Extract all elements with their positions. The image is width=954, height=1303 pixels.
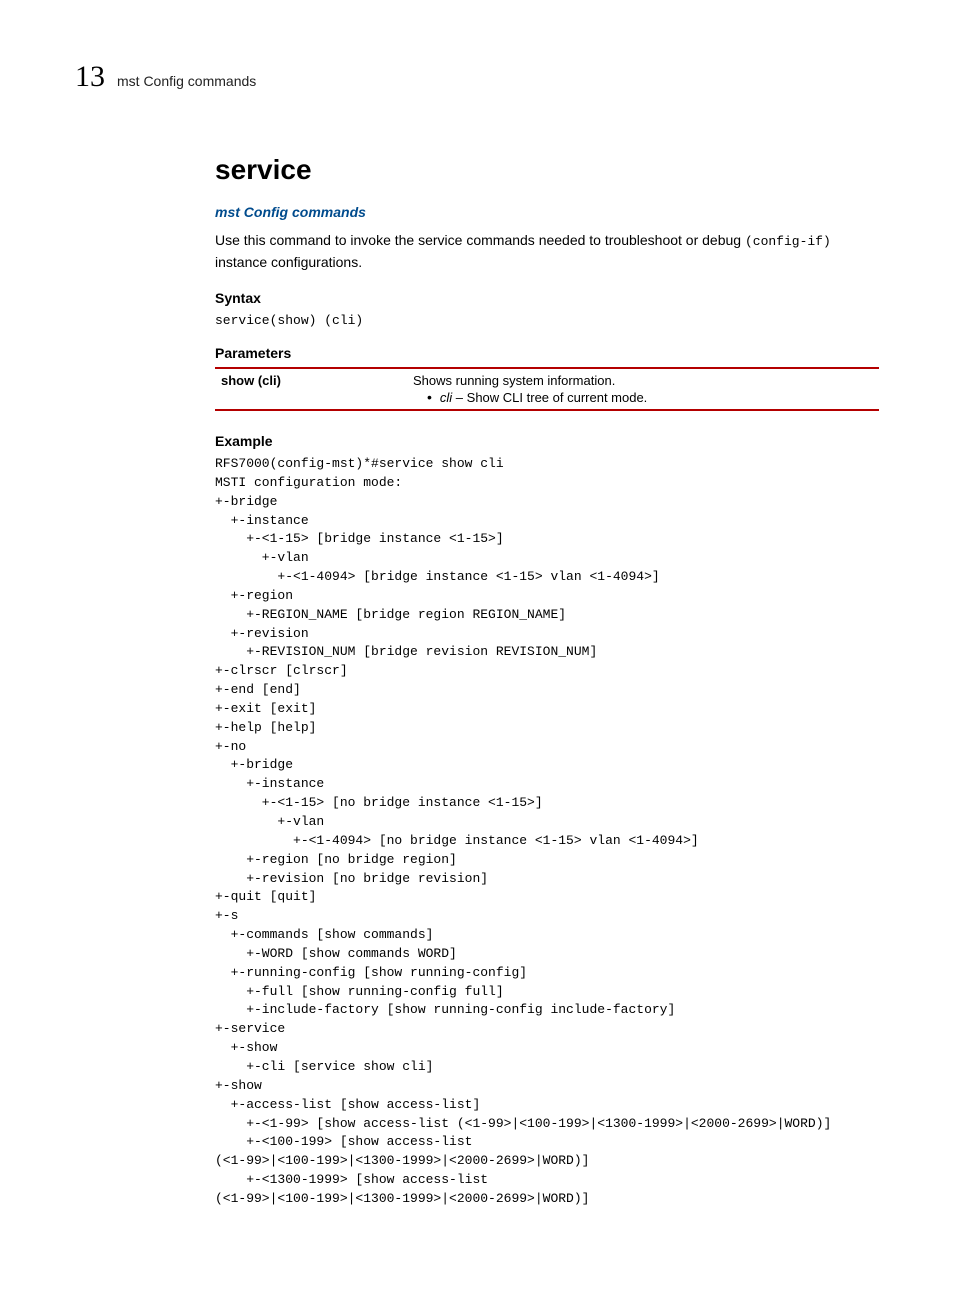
param-bullet: • cli – Show CLI tree of current mode. [427, 390, 873, 405]
intro-text-after: instance configurations. [215, 254, 362, 270]
breadcrumb-link[interactable]: mst Config commands [215, 204, 879, 220]
intro-paragraph: Use this command to invoke the service c… [215, 230, 879, 272]
running-header: 13 mst Config commands [75, 60, 879, 94]
example-code: RFS7000(config-mst)*#service show cli MS… [215, 455, 879, 1209]
param-name-cell: show (cli) [215, 368, 407, 410]
syntax-code: service(show) (cli) [215, 312, 879, 331]
chapter-number: 13 [75, 60, 105, 94]
page-container: 13 mst Config commands service mst Confi… [0, 0, 954, 1303]
intro-text-before: Use this command to invoke the service c… [215, 232, 745, 248]
page-title: service [215, 154, 879, 186]
content-area: service mst Config commands Use this com… [215, 154, 879, 1209]
bullet-sep: – [452, 390, 466, 405]
param-desc-line1: Shows running system information. [413, 373, 873, 388]
bullet-text: Show CLI tree of current mode. [467, 390, 648, 405]
intro-inline-code: (config-if) [745, 234, 831, 249]
parameters-heading: Parameters [215, 345, 879, 361]
syntax-heading: Syntax [215, 290, 879, 306]
table-row: show (cli) Shows running system informat… [215, 368, 879, 410]
chapter-name: mst Config commands [117, 73, 256, 89]
param-desc-cell: Shows running system information. • cli … [407, 368, 879, 410]
bullet-icon: • [427, 390, 432, 404]
parameters-table: show (cli) Shows running system informat… [215, 367, 879, 411]
bullet-content: cli – Show CLI tree of current mode. [440, 390, 647, 405]
example-heading: Example [215, 433, 879, 449]
bullet-keyword: cli [440, 390, 452, 405]
